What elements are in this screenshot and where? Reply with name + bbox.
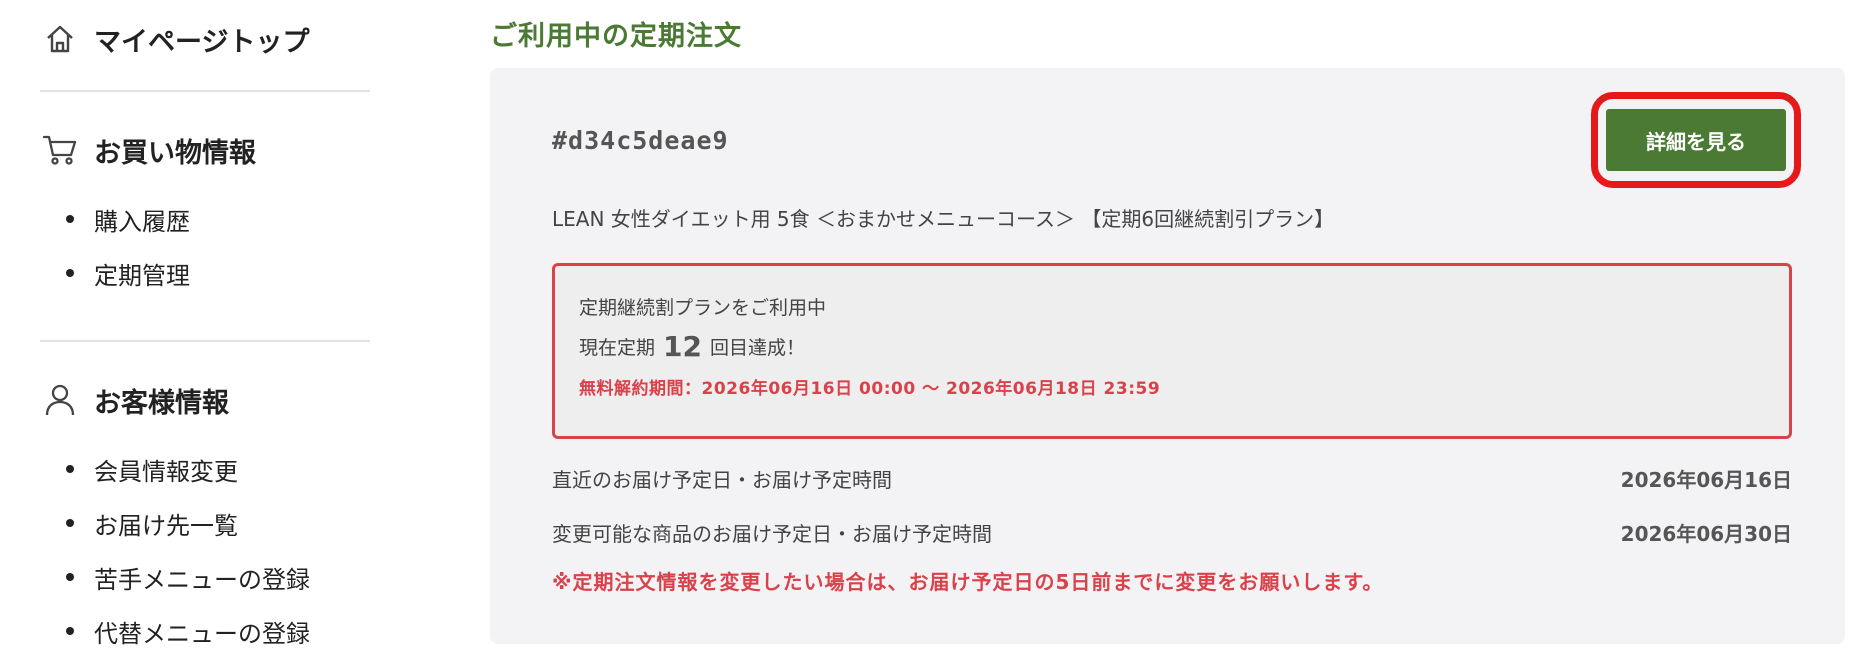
bullet [66, 627, 74, 635]
sidebar-item-member-info-change[interactable]: 会員情報変更 [66, 442, 370, 496]
changeable-delivery-date: 2026年06月30日 [1620, 521, 1792, 546]
sidebar: マイページトップ お買い物情報 購入履歴 定期管理 お客様情報 会員情報変更 お… [40, 0, 370, 658]
sidebar-section-shopping: お買い物情報 購入履歴 定期管理 [40, 92, 370, 342]
sidebar-section-member: お客様情報 会員情報変更 お届け先一覧 苦手メニューの登録 代替メニューの登録 [40, 342, 370, 658]
cart-icon [40, 130, 80, 170]
sidebar-item-label: 購入履歴 [94, 207, 190, 236]
sidebar-item-label: 会員情報変更 [94, 457, 238, 486]
sidebar-item-label: お届け先一覧 [94, 511, 238, 540]
next-delivery-label: 直近のお届け予定日・お届け予定時間 [552, 467, 892, 492]
main-content: ご利用中の定期注文 #d34c5deae9 詳細を見る LEAN 女性ダイエット… [490, 0, 1845, 644]
plan-status: 定期継続割プランをご利用中 [579, 296, 827, 319]
sidebar-item-substitute-menu[interactable]: 代替メニューの登録 [66, 604, 370, 658]
change-notice: ※定期注文情報を変更したい場合は、お届け予定日の5日前までに変更をお願いします。 [552, 570, 1384, 594]
changeable-delivery-row: 変更可能な商品のお届け予定日・お届け予定時間 2026年06月30日 [552, 510, 1792, 554]
member-heading: お客様情報 [40, 370, 370, 430]
user-icon [40, 380, 80, 420]
view-details-button[interactable]: 詳細を見る [1606, 109, 1786, 171]
shopping-heading-label: お買い物情報 [94, 137, 256, 169]
bullet [66, 573, 74, 581]
bullet [66, 269, 74, 277]
bullet [66, 519, 74, 527]
plan-status-box: 定期継続割プランをご利用中 現在定期 12 回目達成！ 無料解約期間：2026年… [552, 263, 1792, 439]
changeable-delivery-label: 変更可能な商品のお届け予定日・お届け予定時間 [552, 521, 992, 546]
next-delivery-row: 直近のお届け予定日・お届け予定時間 2026年06月16日 [552, 456, 1792, 500]
plan-count-line: 現在定期 12 回目達成！ [579, 326, 1765, 366]
sidebar-item-label: 代替メニューの登録 [94, 619, 310, 648]
order-id: #d34c5deae9 [552, 126, 729, 155]
sidebar-section-top: マイページトップ [40, 0, 370, 92]
sidebar-item-disliked-menu[interactable]: 苦手メニューの登録 [66, 550, 370, 604]
product-name: LEAN 女性ダイエット用 5食 ＜おまかせメニューコース＞ 【定期6回継続割引… [552, 207, 1335, 231]
member-menu: 会員情報変更 お届け先一覧 苦手メニューの登録 代替メニューの登録 [40, 442, 370, 658]
free-cancel-period: 無料解約期間：2026年06月16日 00:00 〜 2026年06月18日 2… [579, 378, 1161, 399]
next-delivery-date: 2026年06月16日 [1620, 467, 1792, 492]
sidebar-item-label: 定期管理 [94, 261, 190, 290]
sidebar-item-subscription-management[interactable]: 定期管理 [66, 246, 370, 300]
mypage-top-link[interactable]: マイページトップ [40, 8, 370, 70]
sidebar-item-purchase-history[interactable]: 購入履歴 [66, 192, 370, 246]
plan-count: 12 [663, 329, 702, 363]
bullet [66, 465, 74, 473]
member-heading-label: お客様情報 [94, 387, 229, 419]
detail-button-highlight: 詳細を見る [1591, 92, 1801, 188]
plan-count-suffix: 回目達成！ [709, 336, 805, 359]
shopping-heading: お買い物情報 [40, 120, 370, 180]
page-title: ご利用中の定期注文 [490, 20, 742, 52]
sidebar-item-delivery-addresses[interactable]: お届け先一覧 [66, 496, 370, 550]
bullet [66, 215, 74, 223]
home-icon [40, 19, 80, 59]
plan-count-prefix: 現在定期 [579, 336, 656, 359]
subscription-order-card: #d34c5deae9 詳細を見る LEAN 女性ダイエット用 5食 ＜おまかせ… [490, 68, 1845, 644]
shopping-menu: 購入履歴 定期管理 [40, 192, 370, 300]
mypage-top-label: マイページトップ [94, 26, 310, 58]
sidebar-item-label: 苦手メニューの登録 [94, 565, 310, 594]
